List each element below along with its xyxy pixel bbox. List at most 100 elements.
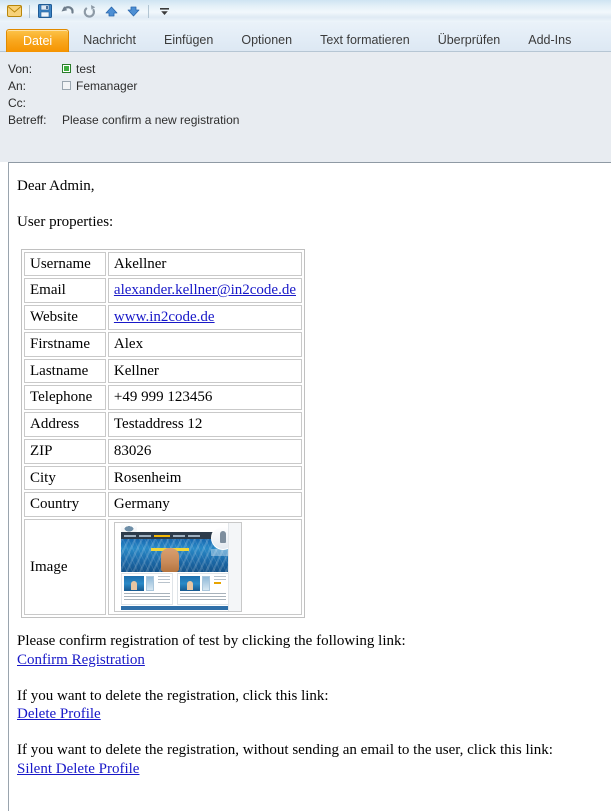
confirm-text: Please confirm registration of test by c… xyxy=(17,633,406,649)
silent-delete-text: If you want to delete the registration, … xyxy=(17,742,553,758)
row-key: Country xyxy=(24,492,106,517)
row-value: www.in2code.de xyxy=(107,305,302,330)
email-content: Dear Admin, User properties: Username Ak… xyxy=(9,163,611,779)
thumb-hero-person xyxy=(160,548,179,572)
undo-icon[interactable] xyxy=(57,2,77,21)
save-icon[interactable] xyxy=(35,2,55,21)
website-screenshot-thumbnail xyxy=(113,522,242,612)
tab-datei[interactable]: Datei xyxy=(6,29,70,52)
thumb-text-line xyxy=(213,579,226,580)
row-key: Image xyxy=(24,519,106,615)
thumb-card-header xyxy=(179,576,226,591)
row-key: Email xyxy=(24,278,106,303)
thumb-card-body xyxy=(123,593,170,602)
confirm-registration-link[interactable]: Confirm Registration xyxy=(17,652,145,668)
thumb-card-image xyxy=(123,576,144,591)
thumb-nav-item xyxy=(123,534,136,537)
message-header-pane: Von: test An: Femanager Cc: Betreff: Ple… xyxy=(0,52,611,162)
presence-online-icon xyxy=(62,64,71,73)
website-link[interactable]: www.in2code.de xyxy=(114,309,215,325)
table-row: Lastname Kellner xyxy=(24,358,302,384)
row-value: Kellner xyxy=(107,358,302,384)
tab-nachricht[interactable]: Nachricht xyxy=(69,29,150,52)
row-value: Akellner xyxy=(107,251,302,277)
tab-text-formatieren[interactable]: Text formatieren xyxy=(306,29,424,52)
delete-text: If you want to delete the registration, … xyxy=(17,687,329,704)
intro-text: User properties: xyxy=(17,213,114,230)
quick-access-toolbar xyxy=(4,2,174,21)
email-link[interactable]: alexander.kellner@in2code.de xyxy=(114,282,296,298)
subject-row: Betreff: Please confirm a new registrati… xyxy=(0,111,611,128)
thumb-card-header xyxy=(123,576,170,591)
user-properties-table: Username Akellner Email alexander.kellne… xyxy=(21,248,305,618)
thumb-card-image xyxy=(179,576,200,591)
thumb-text-line xyxy=(213,576,226,577)
thumb-card-bottle xyxy=(201,576,210,591)
thumb-footer-bar xyxy=(120,606,229,610)
row-key: Firstname xyxy=(24,331,106,357)
subject-field[interactable]: Please confirm a new registration xyxy=(62,113,239,127)
thumb-text-line-highlight xyxy=(213,582,222,584)
tab-add-ins[interactable]: Add-Ins xyxy=(514,29,585,52)
table-row: Address Testaddress 12 xyxy=(24,412,302,437)
thumb-nav-item xyxy=(187,534,200,537)
subject-label: Betreff: xyxy=(8,112,47,127)
thumb-nav-item xyxy=(172,534,185,537)
row-key: ZIP xyxy=(24,438,106,464)
table-row: Username Akellner xyxy=(24,251,302,277)
thumb-text-line xyxy=(157,582,170,583)
thumb-card xyxy=(176,573,229,605)
tab-optionen[interactable]: Optionen xyxy=(227,29,306,52)
to-value: Femanager xyxy=(76,78,138,93)
cc-row: Cc: xyxy=(0,94,611,111)
redo-icon[interactable] xyxy=(79,2,99,21)
table-row: Image xyxy=(24,519,302,615)
delete-paragraph: If you want to delete the registration, … xyxy=(17,687,601,725)
row-value: Rosenheim xyxy=(107,465,302,491)
message-body-area[interactable]: Dear Admin, User properties: Username Ak… xyxy=(8,162,611,811)
cc-label: Cc: xyxy=(8,95,26,110)
row-value: Testaddress 12 xyxy=(107,412,302,437)
title-bar xyxy=(0,0,611,22)
from-field[interactable]: test xyxy=(62,62,95,76)
table-row: Firstname Alex xyxy=(24,331,302,357)
table-row: Website www.in2code.de xyxy=(24,305,302,330)
subject-value: Please confirm a new registration xyxy=(62,112,240,127)
tab-einfuegen[interactable]: Einfügen xyxy=(150,29,227,52)
greeting-text: Dear Admin, xyxy=(17,178,95,194)
thumb-card-text-lines xyxy=(156,576,170,591)
row-value: Germany xyxy=(107,492,302,517)
row-key: Lastname xyxy=(24,358,106,384)
thumb-nav-item-active xyxy=(153,534,170,537)
delete-profile-link[interactable]: Delete Profile xyxy=(17,706,101,722)
silent-delete-profile-link[interactable]: Silent Delete Profile xyxy=(17,761,139,777)
from-value: test xyxy=(76,61,96,76)
thumb-site-logo xyxy=(120,524,137,532)
thumb-content-cards xyxy=(120,573,229,605)
next-item-icon[interactable] xyxy=(123,2,143,21)
table-body: Username Akellner Email alexander.kellne… xyxy=(24,251,302,615)
ribbon-tab-bar: Datei Nachricht Einfügen Optionen Text f… xyxy=(0,22,611,52)
row-value: +49 999 123456 xyxy=(107,385,302,410)
row-value: 83026 xyxy=(107,438,302,464)
customize-chevron-icon[interactable] xyxy=(154,2,174,21)
row-value: alexander.kellner@in2code.de xyxy=(107,278,302,303)
presence-offline-icon xyxy=(62,81,71,90)
thumb-text-line xyxy=(157,576,170,577)
toolbar-separator xyxy=(29,4,30,18)
thumb-right-margin xyxy=(227,523,241,611)
thumb-card-text-lines xyxy=(212,576,226,591)
row-value: Alex xyxy=(107,331,302,357)
row-key: Website xyxy=(24,305,106,330)
table-row: Country Germany xyxy=(24,492,302,517)
table-row: ZIP 83026 xyxy=(24,438,302,464)
row-key: Username xyxy=(24,251,106,277)
table-row: Telephone +49 999 123456 xyxy=(24,385,302,410)
to-field[interactable]: Femanager xyxy=(62,79,137,93)
table-row: City Rosenheim xyxy=(24,465,302,491)
tab-ueberpruefen[interactable]: Überprüfen xyxy=(424,29,515,52)
thumb-card xyxy=(120,573,173,605)
to-row: An: Femanager xyxy=(0,77,611,94)
previous-item-icon[interactable] xyxy=(101,2,121,21)
envelope-icon[interactable] xyxy=(4,2,24,21)
